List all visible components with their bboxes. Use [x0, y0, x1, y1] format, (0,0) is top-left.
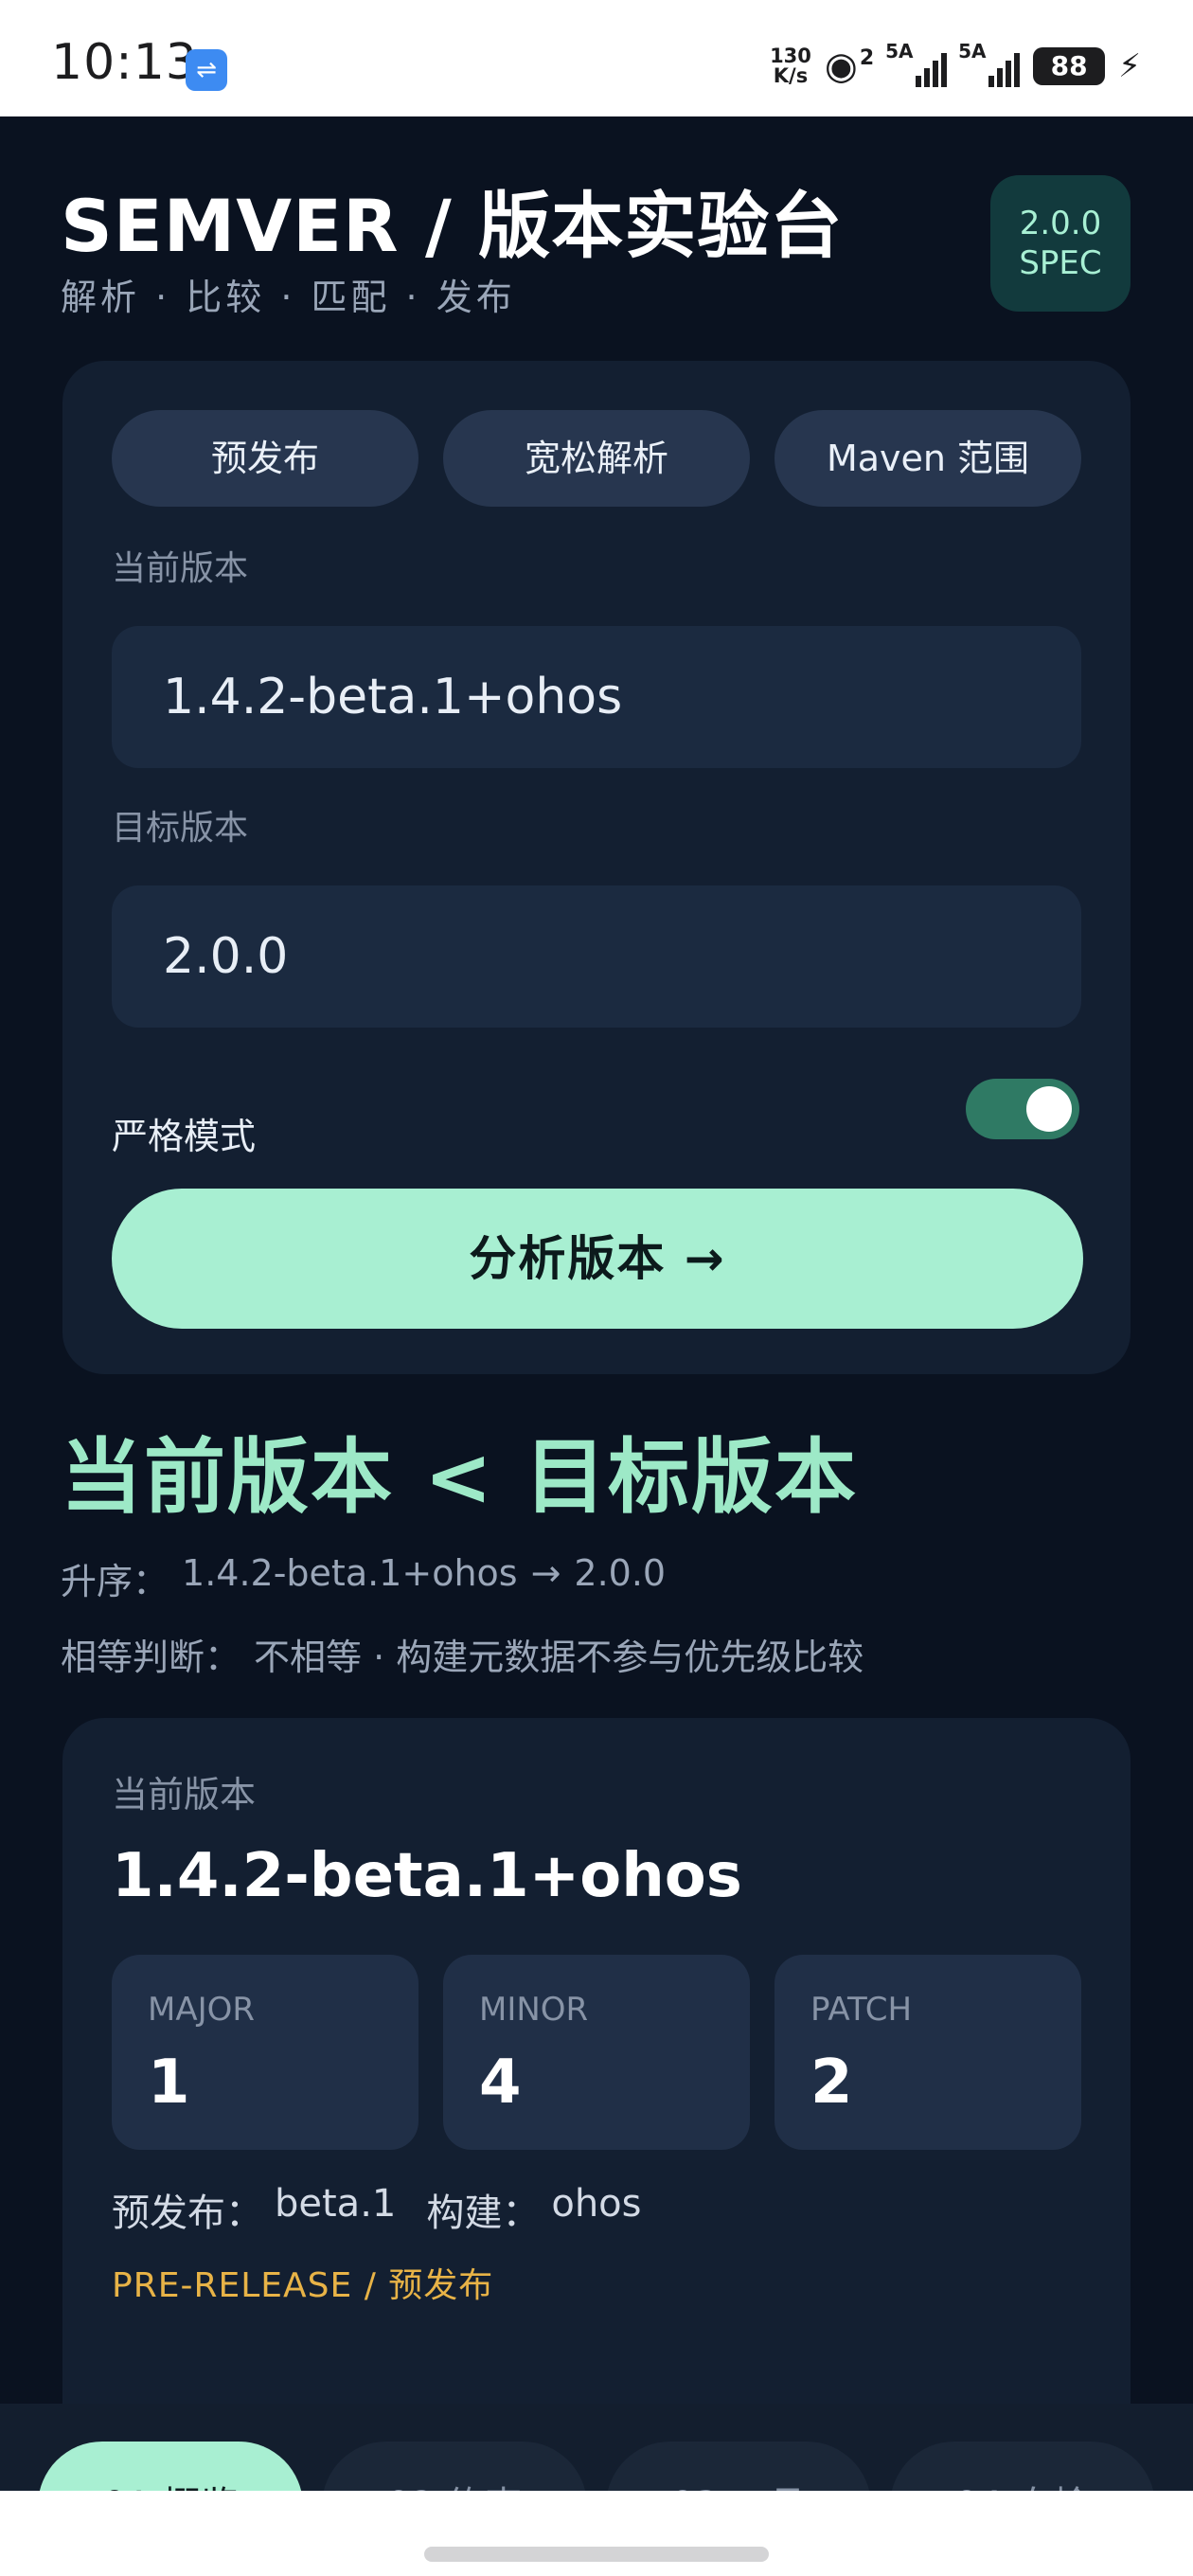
page-subtitle: 解析 · 比较 · 匹配 · 发布: [61, 277, 516, 318]
current-version-label: 当前版本: [112, 549, 249, 588]
target-version-label: 目标版本: [112, 809, 249, 848]
equality-label: 相等判断：: [61, 1637, 241, 1678]
app-content: SEMVER / 版本实验台 解析 · 比较 · 匹配 · 发布 2.0.0 S…: [0, 116, 1193, 2491]
toggle-knob: [1026, 1086, 1072, 1132]
clock: 10:13: [51, 34, 198, 91]
patch-label: PATCH: [810, 1991, 913, 2029]
strict-mode-label: 严格模式: [112, 1116, 257, 1157]
strict-mode-toggle[interactable]: [966, 1079, 1079, 1139]
minor-box: MINOR 4: [443, 1955, 750, 2150]
status-bar: 10:13 ⇌ 130 K/s ◉ 2 5A 5A 88 ⚡: [0, 0, 1193, 116]
chip-prerelease[interactable]: 预发布: [112, 410, 418, 507]
major-box: MAJOR 1: [112, 1955, 418, 2150]
spec-label: SPEC: [1019, 244, 1102, 282]
current-version-input[interactable]: [112, 626, 1081, 768]
page-title: SEMVER / 版本实验台: [61, 184, 844, 268]
order-line: 升序： 1.4.2-beta.1+ohos → 2.0.0: [61, 1552, 666, 1604]
current-version-field: [112, 626, 1081, 768]
spec-badge: 2.0.0 SPEC: [990, 175, 1131, 312]
comparison-result: 当前版本 < 目标版本: [61, 1430, 858, 1525]
analyze-button[interactable]: 分析版本 →: [112, 1189, 1083, 1329]
network-speed: 130 K/s: [770, 45, 811, 87]
gesture-area: [0, 2491, 1193, 2576]
major-value: 1: [148, 2048, 190, 2118]
tab-constraints[interactable]: 02 约束: [322, 2442, 587, 2491]
order-to: 2.0.0: [574, 1552, 667, 1594]
tab-self-check[interactable]: 04 自检: [890, 2442, 1155, 2491]
battery-icon: 88: [1033, 47, 1106, 85]
tab-tools[interactable]: 03 工具: [606, 2442, 871, 2491]
target-version-field: [112, 886, 1081, 1028]
tab-overview[interactable]: 01 概览: [38, 2442, 303, 2491]
order-from: 1.4.2-beta.1+ohos: [182, 1552, 518, 1594]
input-card: 预发布 宽松解析 Maven 范围 当前版本 目标版本 严格模式 分析版本 →: [62, 361, 1131, 1374]
chip-loose-parse[interactable]: 宽松解析: [443, 410, 750, 507]
signal-icon: 5A: [885, 40, 948, 87]
arrow-right-icon: →: [530, 1552, 561, 1594]
major-label: MAJOR: [148, 1991, 256, 2029]
equality-value: 不相等 · 构建元数据不参与优先级比较: [254, 1637, 864, 1678]
hotspot-count: 2: [859, 45, 875, 70]
bottom-nav: 01 概览 02 约束 03 工具 04 自检: [0, 2404, 1193, 2491]
signal-icon: 5A: [958, 40, 1021, 87]
build-label: 构建：: [426, 2191, 541, 2235]
patch-box: PATCH 2: [775, 1955, 1081, 2150]
charging-icon: ⚡: [1118, 47, 1141, 85]
patch-value: 2: [810, 2048, 853, 2118]
version-detail-card: 当前版本 1.4.2-beta.1+ohos MAJOR 1 MINOR 4 P…: [62, 1718, 1131, 2491]
usb-icon: ⇌: [186, 49, 227, 91]
prerelease-tag: PRE-RELEASE / 预发布: [112, 2266, 494, 2305]
prerelease-build-line: 预发布： beta.1 构建： ohos: [112, 2182, 642, 2237]
minor-value: 4: [479, 2048, 522, 2118]
order-label: 升序：: [61, 1561, 169, 1602]
version-card-version: 1.4.2-beta.1+ohos: [112, 1841, 742, 1911]
equality-line: 相等判断： 不相等 · 构建元数据不参与优先级比较: [61, 1628, 864, 1680]
minor-label: MINOR: [479, 1991, 589, 2029]
chip-maven-range[interactable]: Maven 范围: [775, 410, 1081, 507]
prerelease-label: 预发布：: [112, 2191, 263, 2235]
status-icons: 130 K/s ◉ 2 5A 5A 88 ⚡: [770, 38, 1141, 95]
prerelease-value: beta.1: [275, 2182, 397, 2226]
spec-version: 2.0.0: [1019, 205, 1102, 242]
target-version-input[interactable]: [112, 886, 1081, 1028]
version-card-label: 当前版本: [112, 1774, 257, 1816]
build-value: ohos: [551, 2182, 642, 2226]
hotspot-icon: ◉: [824, 45, 858, 88]
home-indicator[interactable]: [424, 2547, 769, 2562]
